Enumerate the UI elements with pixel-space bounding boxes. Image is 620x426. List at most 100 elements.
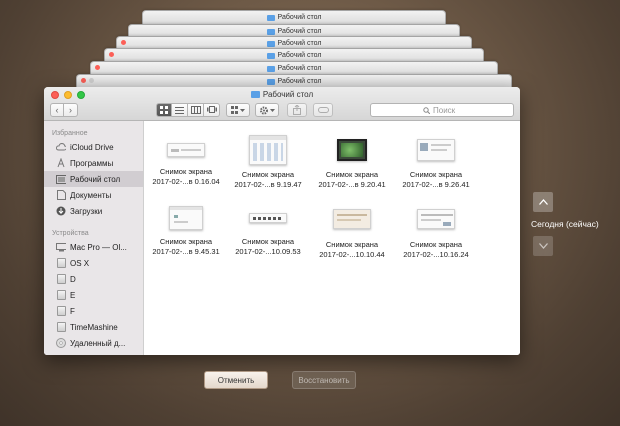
snapshot-title: Рабочий стол	[277, 14, 322, 21]
sidebar-item-remote-disc[interactable]: Удаленный д...	[44, 335, 143, 351]
file-name-line1: Снимок экрана	[409, 240, 463, 249]
search-placeholder: Поиск	[433, 105, 456, 115]
screenshot-thumbnail	[417, 139, 455, 161]
snapshot-title: Рабочий стол	[277, 78, 322, 85]
sidebar-item-label: Mac Pro — Ol...	[70, 242, 127, 252]
file-item[interactable]: Снимок экрана 2017-02-...10.16.24	[394, 206, 478, 260]
cancel-button[interactable]: Отменить	[204, 371, 268, 389]
sidebar-item-icloud[interactable]: iCloud Drive	[44, 139, 143, 155]
older-snapshot-button[interactable]	[533, 236, 553, 256]
current-snapshot-label: Сегодня (сейчас)	[531, 219, 599, 229]
favorites-header: Избранное	[52, 130, 88, 137]
snapshot-title: Рабочий стол	[277, 28, 322, 35]
forward-button[interactable]: ›	[64, 103, 78, 117]
sidebar-item-label: OS X	[70, 258, 90, 268]
sidebar-item-label: Рабочий стол	[70, 174, 121, 184]
folder-icon	[266, 40, 275, 47]
list-view-button[interactable]	[172, 103, 188, 117]
file-item[interactable]: Снимок экрана 2017-02-...в 9.45.31	[144, 206, 228, 257]
screenshot-thumbnail	[169, 206, 203, 230]
file-name-line1: Снимок экрана	[241, 237, 295, 246]
disk-icon	[56, 290, 66, 300]
file-name-line2: 2017-02-...в 9.26.41	[402, 180, 470, 189]
file-item[interactable]: Снимок экрана 2017-02-...в 9.20.41	[310, 135, 394, 190]
file-name-line1: Снимок экрана	[409, 170, 463, 179]
sidebar-item-documents[interactable]: Документы	[44, 187, 143, 203]
applications-icon	[56, 158, 66, 168]
file-name-line2: 2017-02-...в 9.19.47	[234, 180, 302, 189]
computer-icon	[56, 242, 66, 252]
view-mode-group	[156, 103, 220, 117]
screenshot-thumbnail	[337, 139, 367, 161]
disk-icon	[56, 274, 66, 284]
sidebar-item-label: D	[70, 274, 76, 284]
snapshot-window[interactable]: Рабочий стол	[104, 48, 484, 62]
sidebar-item-f[interactable]: F	[44, 303, 143, 319]
snapshot-title: Рабочий стол	[277, 40, 322, 47]
finder-window: Рабочий стол ‹ › Поиск Избранное iCloud …	[44, 87, 520, 355]
sidebar-item-e[interactable]: E	[44, 287, 143, 303]
arrange-grid-icon	[231, 106, 245, 114]
back-button[interactable]: ‹	[50, 103, 64, 117]
search-field[interactable]: Поиск	[370, 103, 514, 117]
file-item[interactable]: Снимок экрана 2017-02-...в 0.16.04	[144, 135, 228, 187]
file-name-line2: 2017-02-...10.09.53	[235, 247, 301, 256]
tag-icon	[317, 107, 329, 113]
icon-view-button[interactable]	[156, 103, 172, 117]
disk-icon	[56, 322, 66, 332]
file-item[interactable]: Снимок экрана 2017-02-...в 9.26.41	[394, 135, 478, 190]
sidebar-item-label: Удаленный д...	[70, 338, 126, 348]
folder-icon	[266, 65, 275, 72]
action-button[interactable]	[255, 103, 279, 117]
snapshot-title: Рабочий стол	[277, 65, 322, 72]
sidebar-item-label: Программы	[70, 158, 114, 168]
sidebar-item-timemashine[interactable]: TimeMashine	[44, 319, 143, 335]
list-icon	[175, 106, 184, 114]
disk-icon	[56, 258, 66, 268]
arrange-button[interactable]	[226, 103, 250, 117]
sidebar-item-os-x[interactable]: OS X	[44, 255, 143, 271]
folder-icon	[266, 52, 275, 59]
remote-disc-icon	[56, 338, 66, 348]
sidebar-item-mac-pro[interactable]: Mac Pro — Ol...	[44, 239, 143, 255]
file-item[interactable]: Снимок экрана 2017-02-...в 9.19.47	[226, 135, 310, 190]
window-title-text: Рабочий стол	[262, 90, 314, 99]
snapshot-window[interactable]: Рабочий стол	[90, 61, 498, 75]
chevron-down-icon	[538, 243, 548, 249]
file-name-line1: Снимок экрана	[241, 170, 295, 179]
share-button[interactable]	[287, 103, 307, 117]
cover-flow-icon	[206, 106, 217, 113]
restore-button[interactable]: Восстановить	[292, 371, 356, 389]
tags-button[interactable]	[313, 103, 333, 117]
grid-icon	[160, 106, 168, 114]
sidebar: Избранное iCloud Drive Программы Рабочий…	[44, 121, 144, 355]
snapshot-window[interactable]: Рабочий стол	[142, 10, 446, 24]
screenshot-thumbnail	[249, 213, 287, 223]
sidebar-item-d[interactable]: D	[44, 271, 143, 287]
sidebar-item-downloads[interactable]: Загрузки	[44, 203, 143, 219]
cover-flow-button[interactable]	[204, 103, 220, 117]
file-name-line2: 2017-02-...10.16.24	[403, 250, 469, 259]
navigation-group: ‹ ›	[50, 103, 78, 117]
column-view-button[interactable]	[188, 103, 204, 117]
disk-icon	[56, 306, 66, 316]
title-bar: Рабочий стол ‹ › Поиск	[44, 87, 520, 121]
file-item[interactable]: Снимок экрана 2017-02-...10.09.53	[226, 206, 310, 257]
sidebar-item-label: Загрузки	[70, 206, 103, 216]
sidebar-item-desktop[interactable]: Рабочий стол	[44, 171, 143, 187]
folder-icon	[250, 91, 260, 98]
snapshot-title: Рабочий стол	[277, 52, 322, 59]
snapshot-window[interactable]: Рабочий стол	[76, 74, 512, 88]
folder-icon	[266, 78, 275, 85]
file-name-line1: Снимок экрана	[159, 167, 213, 176]
newer-snapshot-button[interactable]	[533, 192, 553, 212]
sidebar-item-label: E	[70, 290, 76, 300]
sidebar-item-label: Документы	[70, 190, 112, 200]
gear-icon	[260, 106, 275, 114]
sidebar-item-label: F	[70, 306, 75, 316]
file-name-line2: 2017-02-...в 0.16.04	[152, 177, 220, 186]
sidebar-item-applications[interactable]: Программы	[44, 155, 143, 171]
file-item[interactable]: Снимок экрана 2017-02-...10.10.44	[310, 206, 394, 260]
desktop-icon	[56, 174, 66, 184]
folder-icon	[266, 28, 275, 35]
